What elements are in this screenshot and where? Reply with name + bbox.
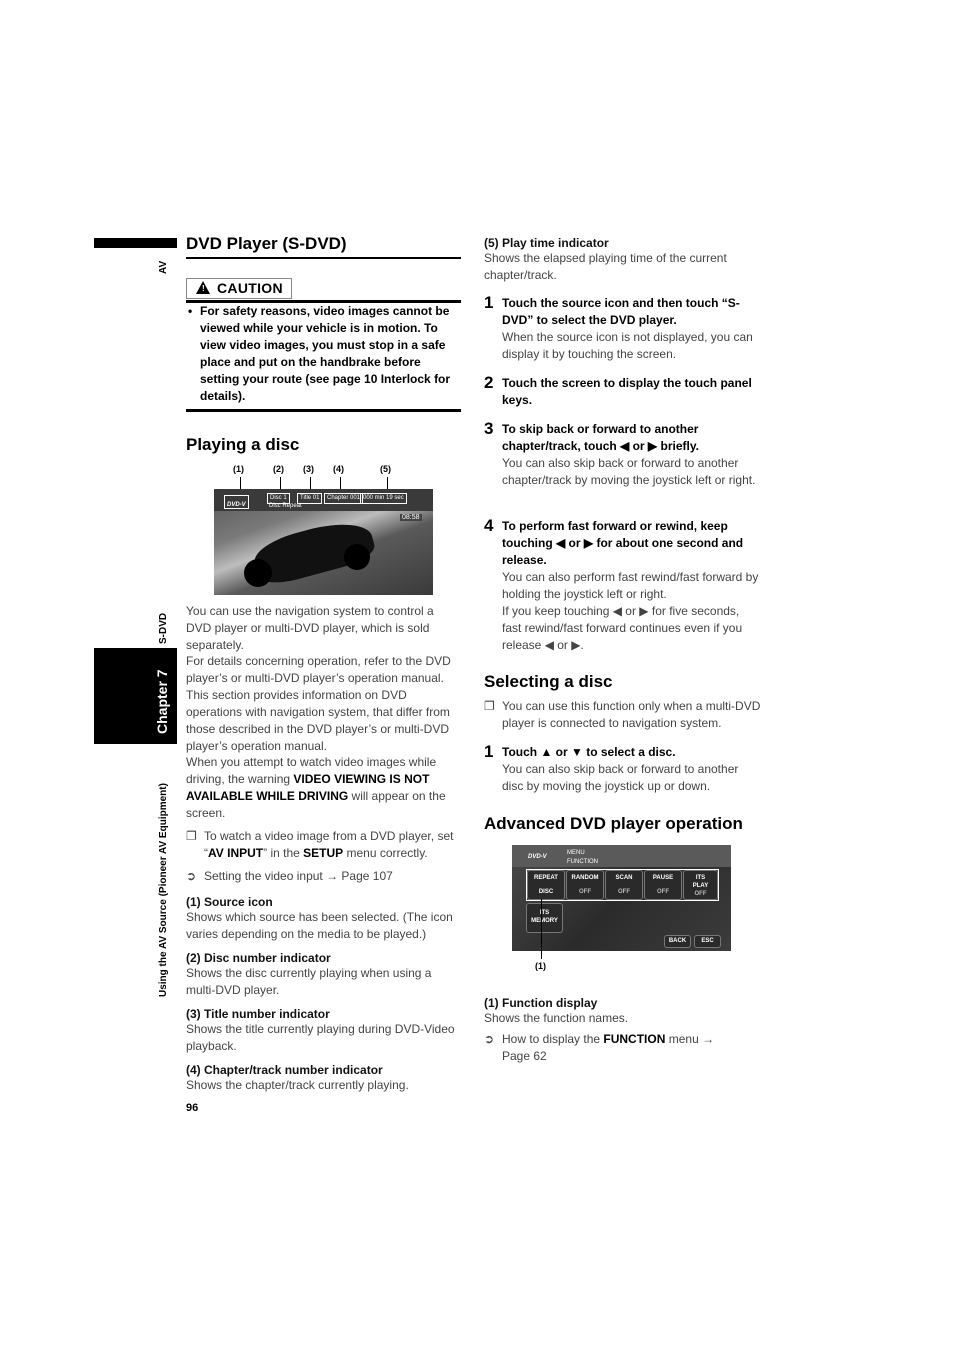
- note-av-input: ❐ To watch a video image from a DVD play…: [186, 829, 454, 860]
- caution-bottom-rule: [186, 409, 461, 412]
- checkbox-note-icon: ❐: [186, 829, 197, 843]
- callout-2: (2): [273, 464, 284, 474]
- reference-arrow-icon: ➲: [484, 1032, 495, 1046]
- callout-4: (4): [333, 464, 344, 474]
- intro-paragraph-3: When you attempt to watch video images w…: [186, 755, 446, 820]
- time-indicator: 000 min 19 sec: [360, 493, 407, 504]
- chapter-title: Using the AV Source (Pioneer AV Equipmen…: [158, 783, 169, 997]
- section-bar: [94, 238, 177, 248]
- function-menu-screenshot: DVD-V MENU FUNCTION REPEAT DISC RANDOM OFF…: [512, 845, 731, 951]
- menu-label: MENU: [567, 850, 585, 856]
- caution-badge: ! CAUTION: [186, 278, 292, 299]
- title-rule: [186, 257, 461, 259]
- its-memory-button[interactable]: ITS MEMORY: [526, 903, 563, 933]
- random-button[interactable]: RANDOM OFF: [566, 870, 604, 900]
- repeat-indicator: Disc Repeat: [269, 503, 302, 509]
- step-2: 2 Touch the screen to display the touch …: [484, 373, 752, 407]
- step-4: 4 To perform fast forward or rewind, kee…: [484, 516, 759, 652]
- selecting-note: ❐ You can use this function only when a …: [484, 699, 761, 730]
- pause-button[interactable]: PAUSE OFF: [644, 870, 682, 900]
- item-title-number: (3) Title number indicator Shows the tit…: [186, 1007, 455, 1053]
- selecting-heading: Selecting a disc: [484, 672, 613, 691]
- section-tab-label: AV: [158, 260, 169, 274]
- reference-arrow-icon: ➲: [186, 869, 197, 883]
- step-1: 1 Touch the source icon and then touch “…: [484, 293, 753, 361]
- menu-callout-1: (1): [535, 961, 546, 971]
- playing-heading: Playing a disc: [186, 435, 300, 454]
- chapter-label: Chapter 7: [154, 669, 170, 734]
- chapter-indicator: Chapter 001: [324, 493, 364, 504]
- repeat-button[interactable]: REPEAT DISC: [527, 870, 565, 900]
- checkbox-note-icon: ❐: [484, 699, 495, 713]
- function-label: FUNCTION: [567, 859, 598, 865]
- intro-paragraph-1: You can use the navigation system to con…: [186, 604, 434, 652]
- item-play-time: (5) Play time indicator Shows the elapse…: [484, 236, 727, 282]
- esc-button[interactable]: ESC: [694, 935, 721, 948]
- item-chapter-number: (4) Chapter/track number indicator Shows…: [186, 1063, 409, 1092]
- back-button[interactable]: BACK: [664, 935, 691, 948]
- source-icon: DVD-V: [528, 854, 547, 860]
- callout-3: (3): [303, 464, 314, 474]
- ref-function-menu[interactable]: ➲ How to display the FUNCTION menu → Pag…: [484, 1031, 744, 1065]
- clock: 08:58: [400, 514, 422, 521]
- item-source-icon: (1) Source icon Shows which source has b…: [186, 895, 453, 941]
- caution-label: CAUTION: [217, 280, 283, 296]
- item-function-display: (1) Function display Shows the function …: [484, 996, 629, 1025]
- step-3: 3 To skip back or forward to another cha…: [484, 419, 756, 487]
- callout-5: (5): [380, 464, 391, 474]
- page-title: DVD Player (S-DVD): [186, 234, 347, 253]
- page-number: 96: [186, 1102, 199, 1114]
- intro-paragraph-2: For details concerning operation, refer …: [186, 654, 451, 753]
- selecting-step-1: 1 Touch ▲ or ▼ to select a disc. You can…: [484, 742, 739, 793]
- source-icon: DVD-V: [224, 495, 249, 509]
- callout-1: (1): [233, 464, 244, 474]
- dvd-playback-screenshot: DVD-V Disc 1 Title 01 Chapter 001 000 mi…: [214, 489, 433, 595]
- caution-text: • For safety reasons, video images canno…: [188, 304, 451, 403]
- its-play-button[interactable]: ITS PLAY OFF: [683, 870, 718, 900]
- scan-button[interactable]: SCAN OFF: [605, 870, 643, 900]
- section-label: S-DVD: [158, 612, 169, 644]
- advanced-heading: Advanced DVD player operation: [484, 814, 743, 833]
- item-disc-number: (2) Disc number indicator Shows the disc…: [186, 951, 432, 997]
- ref-video-input[interactable]: ➲ Setting the video input → Page 107: [186, 868, 461, 885]
